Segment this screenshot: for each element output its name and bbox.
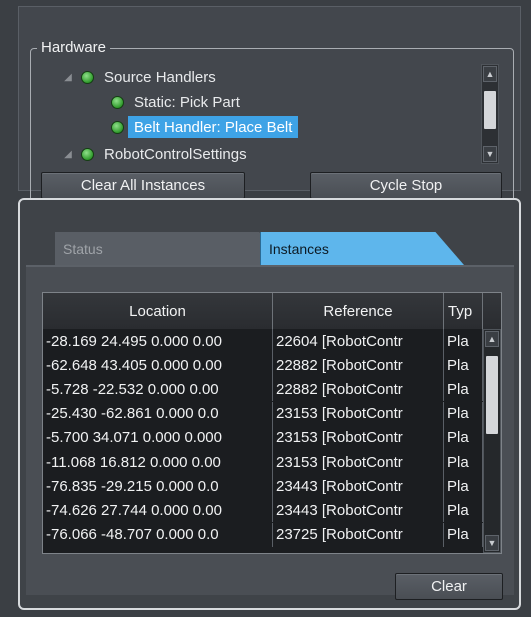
cell-type: Pla — [444, 353, 483, 378]
scroll-thumb[interactable] — [484, 91, 496, 129]
cell-type: Pla — [444, 474, 483, 499]
tree-scrollbar[interactable]: ▲ ▼ — [481, 64, 499, 164]
cell-reference: 23443 [RobotContr — [273, 498, 444, 523]
tree-item-label: Static: Pick Part — [134, 93, 240, 111]
green-led-icon — [111, 120, 124, 134]
green-led-icon — [81, 70, 94, 84]
cell-reference: 23153 [RobotContr — [273, 450, 444, 474]
cell-location: -28.169 24.495 0.000 0.00 — [43, 329, 273, 353]
cell-location: -74.626 27.744 0.000 0.00 — [43, 498, 273, 523]
tree-item-label: Source Handlers — [104, 68, 216, 86]
table-header: Location Reference Typ — [43, 293, 501, 329]
clear-all-instances-button[interactable]: Clear All Instances — [41, 172, 245, 199]
table-row[interactable]: -76.835 -29.215 0.000 0.0 23443 [RobotCon… — [43, 474, 483, 499]
table-row[interactable]: -28.169 24.495 0.000 0.00 22604 [RobotCon… — [43, 329, 483, 353]
hardware-group-title: Hardware — [37, 39, 111, 56]
cell-reference: 23725 [RobotContr — [273, 522, 444, 547]
cell-type: Pla — [444, 522, 483, 547]
table-row[interactable]: -62.648 43.405 0.000 0.00 22882 [RobotCon… — [43, 353, 483, 378]
cell-type: Pla — [444, 425, 483, 450]
tree-item-static-pick-part[interactable]: Static: Pick Part — [111, 91, 240, 113]
tree-item-label: RobotControlSettings — [104, 145, 247, 163]
green-led-icon — [81, 147, 94, 161]
column-header-reference[interactable]: Reference — [273, 293, 444, 329]
cell-type: Pla — [444, 401, 483, 426]
cell-reference: 23153 [RobotContr — [273, 425, 444, 450]
chevron-up-icon[interactable]: ▲ — [485, 331, 499, 347]
table-row[interactable]: -5.700 34.071 0.000 0.000 23153 [RobotCon… — [43, 425, 483, 450]
tree-item-robot-control-settings[interactable]: ◢ RobotControlSettings — [61, 143, 247, 165]
cell-type: Pla — [444, 329, 483, 353]
cycle-stop-button[interactable]: Cycle Stop — [310, 172, 502, 199]
cell-location: -76.066 -48.707 0.000 0.0 — [43, 522, 273, 547]
cell-reference: 22882 [RobotContr — [273, 377, 444, 402]
tab-instances[interactable]: Instances — [260, 232, 464, 265]
instances-table: Location Reference Typ -28.169 24.495 0.… — [42, 292, 502, 554]
cell-reference: 23443 [RobotContr — [273, 474, 444, 499]
cell-reference: 22604 [RobotContr — [273, 329, 444, 353]
cell-type: Pla — [444, 450, 483, 474]
column-header-location[interactable]: Location — [43, 293, 273, 329]
cell-location: -62.648 43.405 0.000 0.00 — [43, 353, 273, 378]
cell-location: -11.068 16.812 0.000 0.00 — [43, 450, 273, 474]
tree-item-belt-handler[interactable]: Belt Handler: Place Belt — [111, 116, 299, 138]
column-header-type[interactable]: Typ — [444, 293, 483, 329]
chevron-down-icon[interactable]: ▼ — [485, 535, 499, 551]
table-row[interactable]: -5.728 -22.532 0.000 0.00 22882 [RobotCon… — [43, 377, 483, 402]
tab-status[interactable]: Status — [55, 232, 287, 265]
collapse-triangle-icon[interactable]: ◢ — [61, 147, 75, 161]
cell-type: Pla — [444, 498, 483, 523]
tab-strip: Status Instances — [55, 232, 475, 265]
clear-button[interactable]: Clear — [395, 573, 503, 600]
tree-item-source-handlers[interactable]: ◢ Source Handlers — [61, 66, 216, 88]
table-row[interactable]: -74.626 27.744 0.000 0.00 23443 [RobotCon… — [43, 498, 483, 523]
cell-reference: 22882 [RobotContr — [273, 353, 444, 378]
green-led-icon — [111, 95, 124, 109]
table-row[interactable]: -76.066 -48.707 0.000 0.0 23725 [RobotCon… — [43, 522, 483, 547]
cell-location: -25.430 -62.861 0.000 0.0 — [43, 401, 273, 426]
chevron-up-icon[interactable]: ▲ — [483, 66, 497, 82]
cell-location: -76.835 -29.215 0.000 0.0 — [43, 474, 273, 499]
table-row[interactable]: -11.068 16.812 0.000 0.00 23153 [RobotCon… — [43, 450, 483, 474]
cell-reference: 23153 [RobotContr — [273, 401, 444, 426]
table-row[interactable]: -25.430 -62.861 0.000 0.0 23153 [RobotCon… — [43, 401, 483, 426]
cell-location: -5.700 34.071 0.000 0.000 — [43, 425, 273, 450]
chevron-down-icon[interactable]: ▼ — [483, 146, 497, 162]
cell-type: Pla — [444, 377, 483, 402]
collapse-triangle-icon[interactable]: ◢ — [61, 70, 75, 84]
table-scrollbar[interactable]: ▲ ▼ — [483, 329, 501, 553]
tree-item-label-selected: Belt Handler: Place Belt — [128, 116, 299, 138]
scroll-thumb[interactable] — [486, 356, 498, 434]
cell-location: -5.728 -22.532 0.000 0.00 — [43, 377, 273, 402]
